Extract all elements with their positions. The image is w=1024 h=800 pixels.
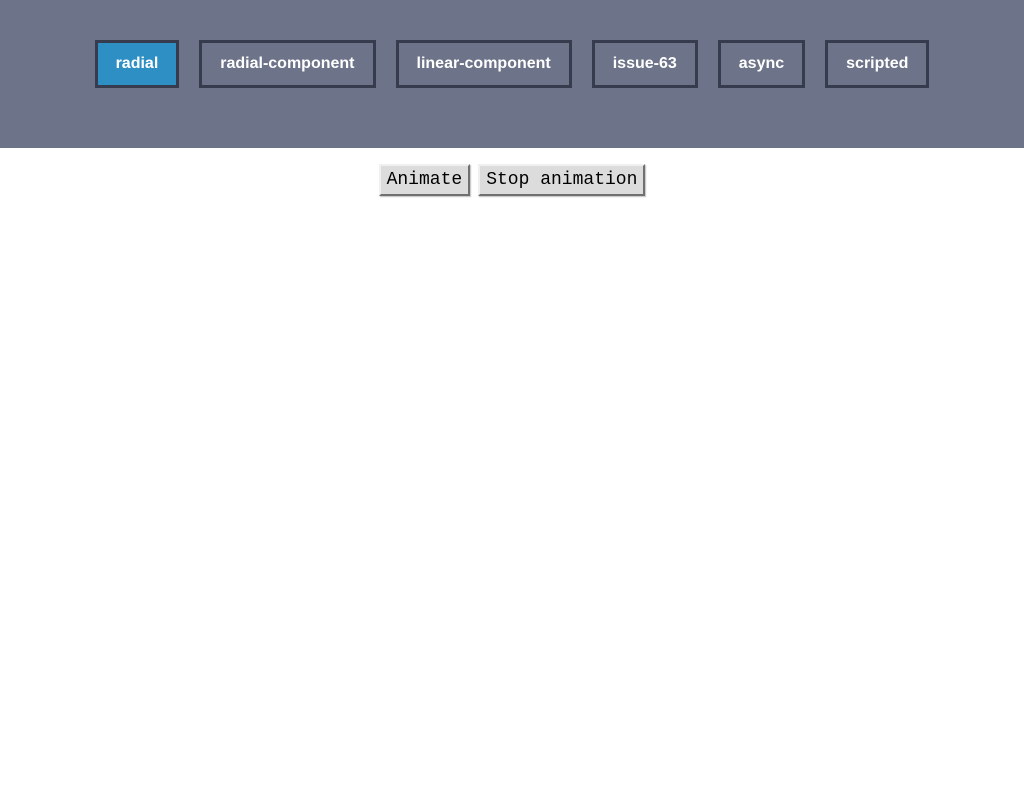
- tab-radial[interactable]: radial: [95, 40, 180, 88]
- tab-radial-component[interactable]: radial-component: [199, 40, 375, 88]
- tab-linear-component[interactable]: linear-component: [396, 40, 572, 88]
- animate-button[interactable]: Animate: [379, 164, 471, 196]
- tab-issue-63[interactable]: issue-63: [592, 40, 698, 88]
- content-area: Animate Stop animation: [0, 148, 1024, 196]
- tab-scripted[interactable]: scripted: [825, 40, 929, 88]
- stop-animation-button[interactable]: Stop animation: [478, 164, 645, 196]
- tab-bar: radial radial-component linear-component…: [0, 0, 1024, 148]
- tab-async[interactable]: async: [718, 40, 805, 88]
